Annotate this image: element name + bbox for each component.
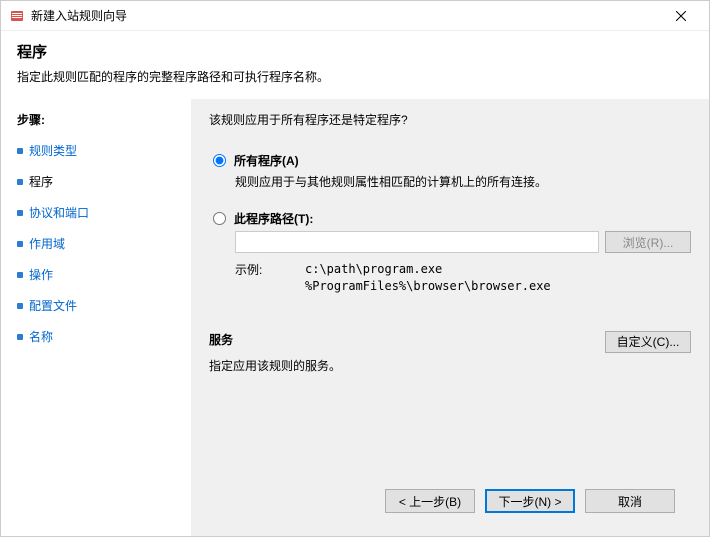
page-description: 指定此规则匹配的程序的完整程序路径和可执行程序名称。 xyxy=(17,68,693,85)
step-program[interactable]: 程序 xyxy=(17,169,175,194)
example-row: 示例: c:\path\program.exe %ProgramFiles%\b… xyxy=(235,261,691,295)
content-panel: 该规则应用于所有程序还是特定程序? 所有程序(A) 规则应用于与其他规则属性相匹… xyxy=(191,99,709,536)
path-row: 浏览(R)... xyxy=(235,231,691,253)
step-protocol-ports[interactable]: 协议和端口 xyxy=(17,200,175,225)
radio-all-desc: 规则应用于与其他规则属性相匹配的计算机上的所有连接。 xyxy=(235,173,691,190)
service-row: 服务 自定义(C)... xyxy=(209,331,691,353)
customize-button[interactable]: 自定义(C)... xyxy=(605,331,691,353)
step-label: 配置文件 xyxy=(29,297,77,314)
step-label: 协议和端口 xyxy=(29,204,89,221)
step-label: 规则类型 xyxy=(29,142,77,159)
titlebar: 新建入站规则向导 xyxy=(1,1,709,31)
wizard-body: 步骤: 规则类型 程序 协议和端口 作用域 操作 xyxy=(1,99,709,536)
radio-all-input[interactable] xyxy=(213,154,226,167)
radio-path-input[interactable] xyxy=(213,212,226,225)
step-label: 作用域 xyxy=(29,235,65,252)
step-profile[interactable]: 配置文件 xyxy=(17,293,175,318)
radio-all-programs[interactable]: 所有程序(A) xyxy=(213,152,691,169)
next-button[interactable]: 下一步(N) > xyxy=(485,489,575,513)
step-rule-type[interactable]: 规则类型 xyxy=(17,138,175,163)
step-scope[interactable]: 作用域 xyxy=(17,231,175,256)
bullet-icon xyxy=(17,303,23,309)
step-label: 操作 xyxy=(29,266,53,283)
browse-button[interactable]: 浏览(R)... xyxy=(605,231,691,253)
content-inner: 该规则应用于所有程序还是特定程序? 所有程序(A) 规则应用于与其他规则属性相匹… xyxy=(209,111,691,476)
example-label: 示例: xyxy=(235,261,275,295)
radio-group: 所有程序(A) 规则应用于与其他规则属性相匹配的计算机上的所有连接。 此程序路径… xyxy=(213,152,691,295)
steps-heading: 步骤: xyxy=(17,111,175,128)
bullet-icon xyxy=(17,179,23,185)
bullet-icon xyxy=(17,148,23,154)
page-title: 程序 xyxy=(17,41,693,62)
bullet-icon xyxy=(17,334,23,340)
step-label: 程序 xyxy=(29,173,53,190)
window-title: 新建入站规则向导 xyxy=(31,7,661,24)
service-section: 服务 自定义(C)... 指定应用该规则的服务。 xyxy=(209,331,691,374)
bullet-icon xyxy=(17,272,23,278)
service-label: 服务 xyxy=(209,331,233,348)
radio-path-label: 此程序路径(T): xyxy=(234,210,313,227)
step-action[interactable]: 操作 xyxy=(17,262,175,287)
example-code: c:\path\program.exe %ProgramFiles%\brows… xyxy=(305,261,551,295)
bullet-icon xyxy=(17,210,23,216)
steps-sidebar: 步骤: 规则类型 程序 协议和端口 作用域 操作 xyxy=(1,99,191,536)
close-button[interactable] xyxy=(661,2,701,30)
radio-program-path[interactable]: 此程序路径(T): xyxy=(213,210,691,227)
step-name[interactable]: 名称 xyxy=(17,324,175,349)
program-path-input[interactable] xyxy=(235,231,599,253)
wizard-window: 新建入站规则向导 程序 指定此规则匹配的程序的完整程序路径和可执行程序名称。 步… xyxy=(0,0,710,537)
question-text: 该规则应用于所有程序还是特定程序? xyxy=(209,111,691,128)
wizard-header: 程序 指定此规则匹配的程序的完整程序路径和可执行程序名称。 xyxy=(1,31,709,99)
bullet-icon xyxy=(17,241,23,247)
cancel-button[interactable]: 取消 xyxy=(585,489,675,513)
step-label: 名称 xyxy=(29,328,53,345)
back-button[interactable]: < 上一步(B) xyxy=(385,489,475,513)
service-desc: 指定应用该规则的服务。 xyxy=(209,357,691,374)
app-icon xyxy=(9,8,25,24)
wizard-footer: < 上一步(B) 下一步(N) > 取消 xyxy=(209,476,691,526)
radio-all-label: 所有程序(A) xyxy=(234,152,299,169)
